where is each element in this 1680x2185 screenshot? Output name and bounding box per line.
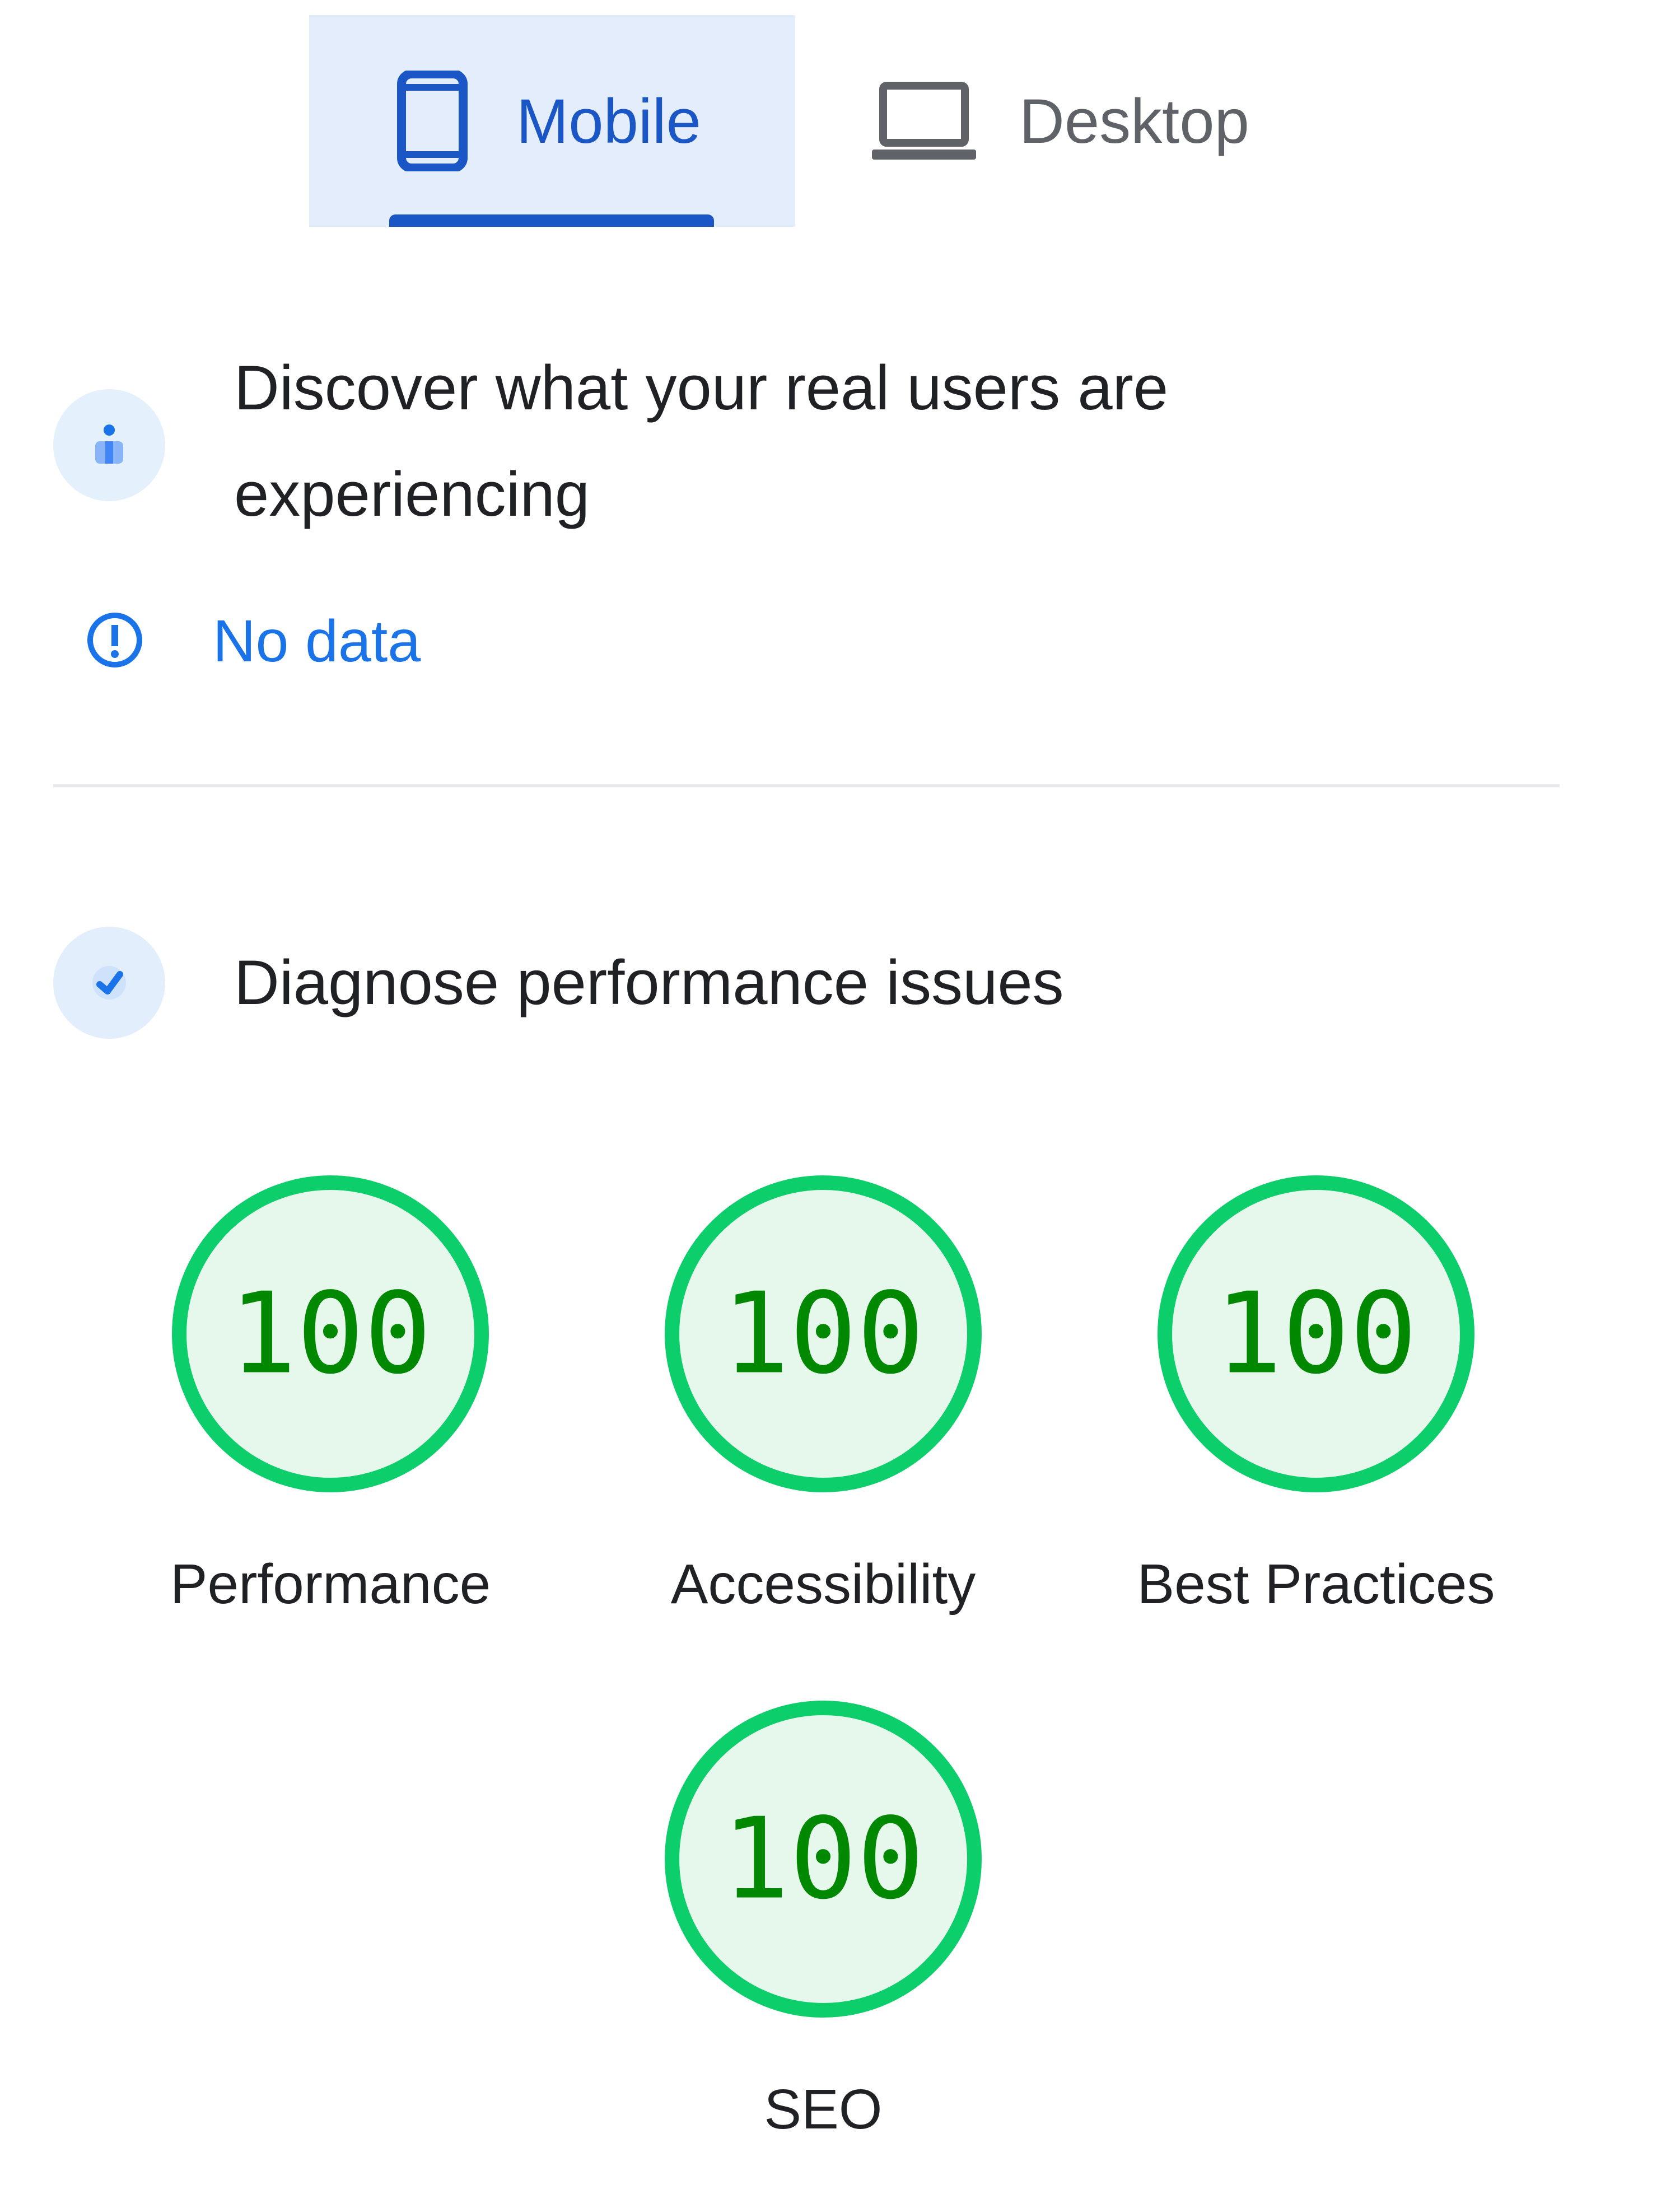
score-gauge-seo[interactable]: 100 SEO: [577, 1697, 1070, 2142]
score-value: 100: [1215, 1269, 1417, 1399]
score-circle[interactable]: 100: [661, 1697, 986, 2021]
tab-desktop-label: Desktop: [1019, 86, 1249, 156]
score-label: Accessibility: [670, 1553, 976, 1616]
score-gauge-accessibility[interactable]: 100 Accessibility: [577, 1171, 1070, 1617]
people-icon: [53, 389, 165, 501]
tab-desktop[interactable]: Desktop: [851, 15, 1299, 227]
score-label: SEO: [764, 2078, 883, 2141]
score-value: 100: [229, 1269, 431, 1399]
info-icon: [84, 609, 146, 674]
tab-mobile[interactable]: Mobile: [309, 15, 795, 227]
score-label: Performance: [170, 1553, 491, 1616]
tab-mobile-label: Mobile: [516, 86, 701, 156]
field-data-title: Discover what your real users are experi…: [234, 353, 1169, 529]
tab-active-indicator: [389, 214, 714, 227]
score-gauge-best-practices[interactable]: 100 Best Practices: [1070, 1171, 1562, 1617]
lighthouse-icon: [53, 927, 165, 1039]
no-data-label: No data: [213, 608, 421, 674]
score-circle[interactable]: 100: [661, 1171, 986, 1496]
diagnose-title: Diagnose performance issues: [234, 947, 1064, 1017]
score-value: 100: [722, 1269, 924, 1399]
score-circle[interactable]: 100: [1154, 1171, 1478, 1496]
score-gauge-performance[interactable]: 100 Performance: [84, 1171, 577, 1617]
no-data-link[interactable]: No data: [84, 608, 421, 675]
score-value: 100: [722, 1794, 924, 1925]
score-label: Best Practices: [1137, 1553, 1495, 1616]
section-divider: [53, 784, 1560, 787]
score-circle[interactable]: 100: [168, 1171, 493, 1496]
smartphone-icon: [396, 71, 469, 171]
laptop-icon: [871, 79, 977, 163]
